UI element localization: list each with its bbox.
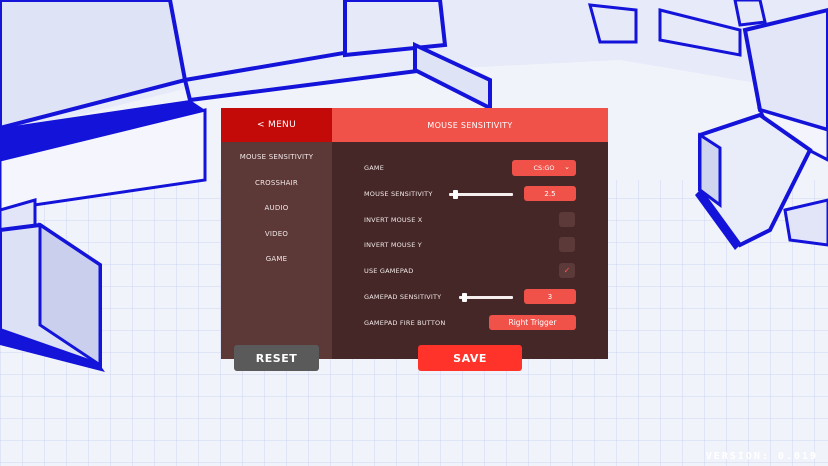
sidebar-item-mouse-sensitivity[interactable]: MOUSE SENSITIVITY <box>221 152 332 162</box>
gamepad-fire-button-label: GAMEPAD FIRE BUTTON <box>364 319 446 327</box>
settings-sidebar: MOUSE SENSITIVITY CROSSHAIR AUDIO VIDEO … <box>221 142 332 359</box>
mouse-sensitivity-value[interactable]: 2.5 <box>524 186 576 201</box>
invert-mouse-y-label: INVERT MOUSE Y <box>364 241 422 249</box>
mouse-sensitivity-value-text: 2.5 <box>544 189 556 198</box>
sidebar-item-audio[interactable]: AUDIO <box>221 203 332 213</box>
invert-mouse-x-checkbox[interactable] <box>559 212 575 227</box>
slider-handle[interactable] <box>452 190 458 199</box>
sidebar-item-video[interactable]: VIDEO <box>221 229 332 239</box>
chevron-down-icon: ⌄ <box>564 163 570 171</box>
reset-button-label: RESET <box>255 351 298 365</box>
save-button-label: SAVE <box>453 351 487 365</box>
use-gamepad-checkbox[interactable]: ✓ <box>559 263 575 278</box>
game-select[interactable]: CS:GO ⌄ <box>512 160 576 176</box>
game-select-value: CS:GO <box>533 164 555 172</box>
sidebar-item-crosshair[interactable]: CROSSHAIR <box>221 178 332 188</box>
use-gamepad-label: USE GAMEPAD <box>364 267 414 275</box>
settings-content: GAME CS:GO ⌄ MOUSE SENSITIVITY 2.5 INVER… <box>332 142 608 359</box>
gamepad-sensitivity-slider[interactable] <box>459 293 513 302</box>
slider-handle[interactable] <box>462 293 468 302</box>
game-label: GAME <box>364 164 384 172</box>
save-button[interactable]: SAVE <box>418 345 522 371</box>
panel-title-text: MOUSE SENSITIVITY <box>427 120 513 130</box>
checkmark-icon: ✓ <box>563 266 571 275</box>
mouse-sensitivity-slider[interactable] <box>449 190 513 199</box>
gamepad-fire-button-select[interactable]: Right Trigger <box>489 315 576 330</box>
panel-title: MOUSE SENSITIVITY <box>332 108 608 142</box>
gamepad-sensitivity-value-text: 3 <box>547 292 553 301</box>
gamepad-fire-button-value: Right Trigger <box>508 318 557 327</box>
invert-mouse-y-checkbox[interactable] <box>559 237 575 252</box>
invert-mouse-x-label: INVERT MOUSE X <box>364 216 423 224</box>
reset-button[interactable]: RESET <box>234 345 319 371</box>
gamepad-sensitivity-label: GAMEPAD SENSITIVITY <box>364 293 442 301</box>
version-text: VERSION: 0.019 <box>705 451 818 462</box>
gamepad-sensitivity-value[interactable]: 3 <box>524 289 576 304</box>
menu-back-label: < MENU <box>257 120 296 130</box>
sidebar-item-game[interactable]: GAME <box>221 254 332 264</box>
mouse-sensitivity-label: MOUSE SENSITIVITY <box>364 190 433 198</box>
menu-back-button[interactable]: < MENU <box>221 108 332 142</box>
